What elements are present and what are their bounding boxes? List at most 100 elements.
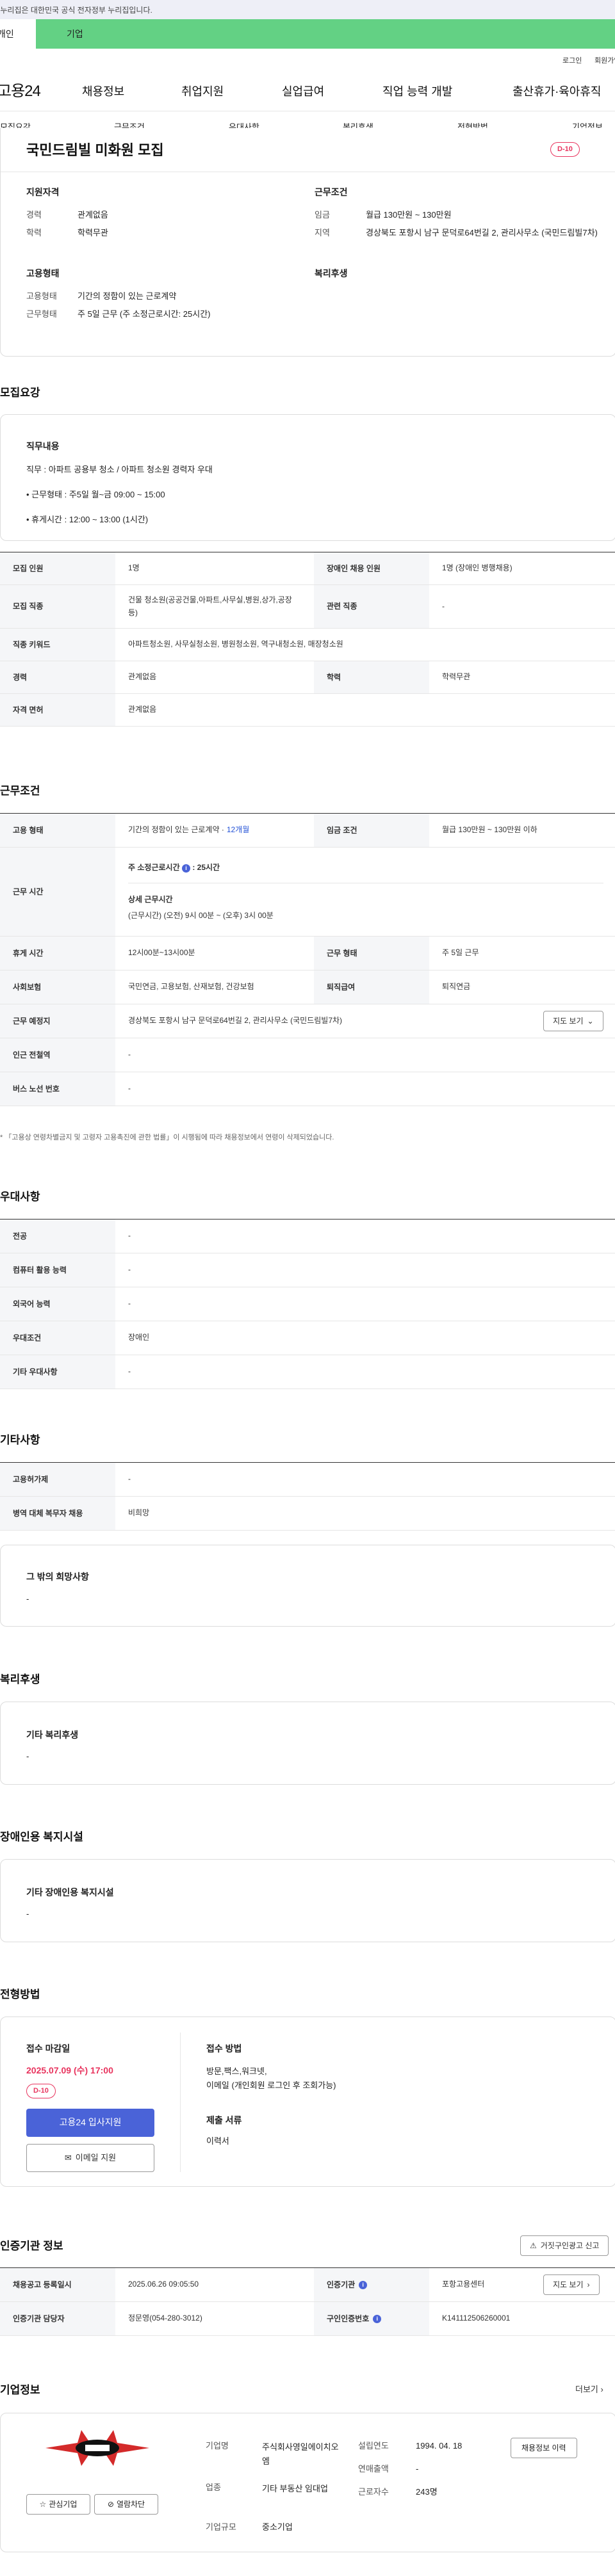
star-icon: ☆ <box>39 2499 47 2509</box>
etc-table: 고용허가제 - 병역 대체 복무자 채용 비희망 <box>0 1462 615 1531</box>
td: 월급 130만원 ~ 130만원 이하 <box>442 825 537 835</box>
td: 퇴직연금 <box>442 982 471 992</box>
th: 컴퓨터 활용 능력 <box>0 1253 115 1287</box>
cond-value: 경상북도 포항시 남구 문덕로64번길 2, 관리사무소 (국민드림빌7차) <box>366 228 598 237</box>
block-company-button[interactable]: ⊘ 열람차단 <box>94 2494 158 2515</box>
other-head: 그 밖의 희망사항 <box>26 1572 89 1582</box>
info-icon[interactable]: i <box>359 2280 368 2289</box>
company-logo <box>45 2430 149 2466</box>
table-row: 자격 면허 관계없음 <box>0 694 615 727</box>
th: 우대조건 <box>0 1321 115 1355</box>
gnb-menu-training[interactable]: 직업 능력 개발 <box>382 84 452 100</box>
block-icon: ⊘ <box>107 2499 114 2509</box>
qual-key: 학력 <box>26 228 42 237</box>
welfare-heading: 복리후생 <box>315 268 348 278</box>
gnb-menu-recruit[interactable]: 채용정보 <box>82 84 124 100</box>
favorite-label: 관심기업 <box>49 2499 78 2509</box>
td: 경상북도 포항시 남구 문덕로64번길 2, 관리사무소 (국민드림빌7차) <box>128 1016 343 1026</box>
report-label: 거짓구인광고 신고 <box>540 2241 600 2250</box>
hours-total-value: : 25시간 <box>192 863 220 872</box>
qual-heading: 지원자격 <box>26 187 60 197</box>
info-icon[interactable]: i <box>373 2314 382 2323</box>
apply-button[interactable]: 고용24 입사지원 <box>26 2109 154 2137</box>
td: 관계없음 <box>128 672 157 682</box>
td: 주 5일 근무 <box>442 948 479 958</box>
history-button[interactable]: 채용정보 이력 <box>511 2438 577 2458</box>
qual-value: 관계없음 <box>78 210 108 220</box>
cond-key: 지역 <box>315 228 330 237</box>
map-button-label: 지도 보기 <box>553 1016 584 1026</box>
emp-value: 주 5일 근무 (주 소정근로시간: 25시간) <box>78 309 211 319</box>
method-head: 접수 방법 <box>206 2043 242 2054</box>
emp-key: 근무형태 <box>26 309 57 319</box>
pref-title: 우대사항 <box>0 1191 40 1203</box>
table-row: 채용공고 등록일시 2025.06.26 09:05:50 인증기관 i 포항고용… <box>0 2268 615 2302</box>
block-label: 열람차단 <box>116 2499 145 2509</box>
chevron-down-icon: ⌄ <box>587 1016 594 1026</box>
td: - <box>128 1050 131 1059</box>
table-row: 인근 전철역 - <box>0 1038 615 1072</box>
th: 모집 인원 <box>0 552 115 584</box>
favorite-company-button[interactable]: ☆ 관심기업 <box>26 2494 90 2515</box>
company-size: 중소기업 <box>262 2522 293 2532</box>
summary-card: 국민드림빌 미화원 모집 D-10 지원자격 근무조건 경력 관계없음 학력 학… <box>0 128 615 357</box>
th: 근무 예정지 <box>0 1004 115 1038</box>
td: 12시00분~13시00분 <box>128 948 195 958</box>
th: 관련 직종 <box>314 585 429 628</box>
other-box: 그 밖의 희망사항 - <box>0 1545 615 1627</box>
company-sales: - <box>416 2464 419 2474</box>
divider <box>180 2033 181 2172</box>
th: 전공 <box>0 1220 115 1253</box>
work-title: 근무조건 <box>0 785 40 797</box>
tab-personal[interactable]: 개인 <box>0 19 36 49</box>
join-link[interactable]: 회원가입 <box>594 56 615 66</box>
map-button[interactable]: 지도 보기 ⌄ <box>543 1011 603 1031</box>
th: 퇴직급여 <box>314 970 429 1004</box>
table-row: 근무 시간 주 소정근로시간 i : 25시간 상세 근무시간 (근무시간) (… <box>0 848 615 937</box>
table-row: 고용허가제 - <box>0 1463 615 1497</box>
company-key: 업종 <box>206 2483 221 2492</box>
recruit-title: 모집요강 <box>0 387 40 399</box>
map-button[interactable]: 지도 보기 › <box>543 2274 600 2295</box>
info-icon[interactable]: i <box>181 864 190 873</box>
cert-table: 채용공고 등록일시 2025.06.26 09:05:50 인증기관 i 포항고용… <box>0 2267 615 2336</box>
site-logo[interactable]: 고용24 <box>0 81 41 102</box>
th: 병역 대체 복무자 채용 <box>0 1497 115 1530</box>
td: - <box>128 1231 131 1241</box>
th: 고용 형태 <box>0 814 115 847</box>
duty-box: 직무내용 직무 : 아파트 공용부 청소 / 아파트 청소원 경력자 우대 • … <box>0 414 615 541</box>
qual-value: 학력무관 <box>78 228 108 237</box>
company-key: 기업규모 <box>206 2522 236 2532</box>
th: 자격 면허 <box>0 694 115 726</box>
email-apply-button[interactable]: ✉ 이메일 지원 <box>26 2144 154 2172</box>
duty-line: • 근무형태 : 주5일 월~금 09:00 ~ 15:00 <box>26 490 165 499</box>
gnb-menu-job-support[interactable]: 취업지원 <box>181 84 224 100</box>
gnb-menu-leave[interactable]: 출산휴가·육아휴직 <box>512 84 601 100</box>
login-link[interactable]: 로그인 <box>562 56 582 66</box>
td: - <box>442 601 445 611</box>
table-row: 전공 - <box>0 1220 615 1253</box>
job-title: 국민드림빌 미화원 모집 <box>26 142 164 158</box>
cert-org-label: 인증기관 <box>327 2280 356 2289</box>
report-button[interactable]: ⚠ 거짓구인광고 신고 <box>520 2235 609 2256</box>
dday-badge: D-10 <box>550 142 580 157</box>
table-row: 우대조건 장애인 <box>0 1321 615 1355</box>
utility-links: 로그인 회원가입 <box>0 56 615 72</box>
th: 버스 노선 번호 <box>0 1072 115 1106</box>
company-key: 기업명 <box>206 2441 229 2451</box>
work-table: 고용 형태 기간의 정함이 있는 근로계약 · 12개월 임금 조건 월급 13… <box>0 813 615 1106</box>
docs-value: 이력서 <box>206 2136 229 2146</box>
contract-period: 12개월 <box>226 825 250 835</box>
more-link[interactable]: 더보기 › <box>575 2384 603 2395</box>
cond-heading: 근무조건 <box>315 187 348 197</box>
th: 근무 시간 <box>0 848 115 936</box>
mail-icon: ✉ <box>64 2152 72 2162</box>
recruit-table: 모집 인원 1명 장애인 채용 인원 1명 (장애인 병행채용) 모집 직종 건… <box>0 552 615 727</box>
company-key: 연매출액 <box>358 2464 389 2474</box>
th: 경력 <box>0 661 115 693</box>
tab-company[interactable]: 기업 <box>67 28 83 41</box>
map-button-label: 지도 보기 <box>553 2280 584 2289</box>
gnb-menu-unemployment[interactable]: 실업급여 <box>282 84 324 100</box>
disabled-head: 기타 장애인용 복지시설 <box>26 1887 114 1897</box>
td: 관계없음 <box>128 705 157 714</box>
